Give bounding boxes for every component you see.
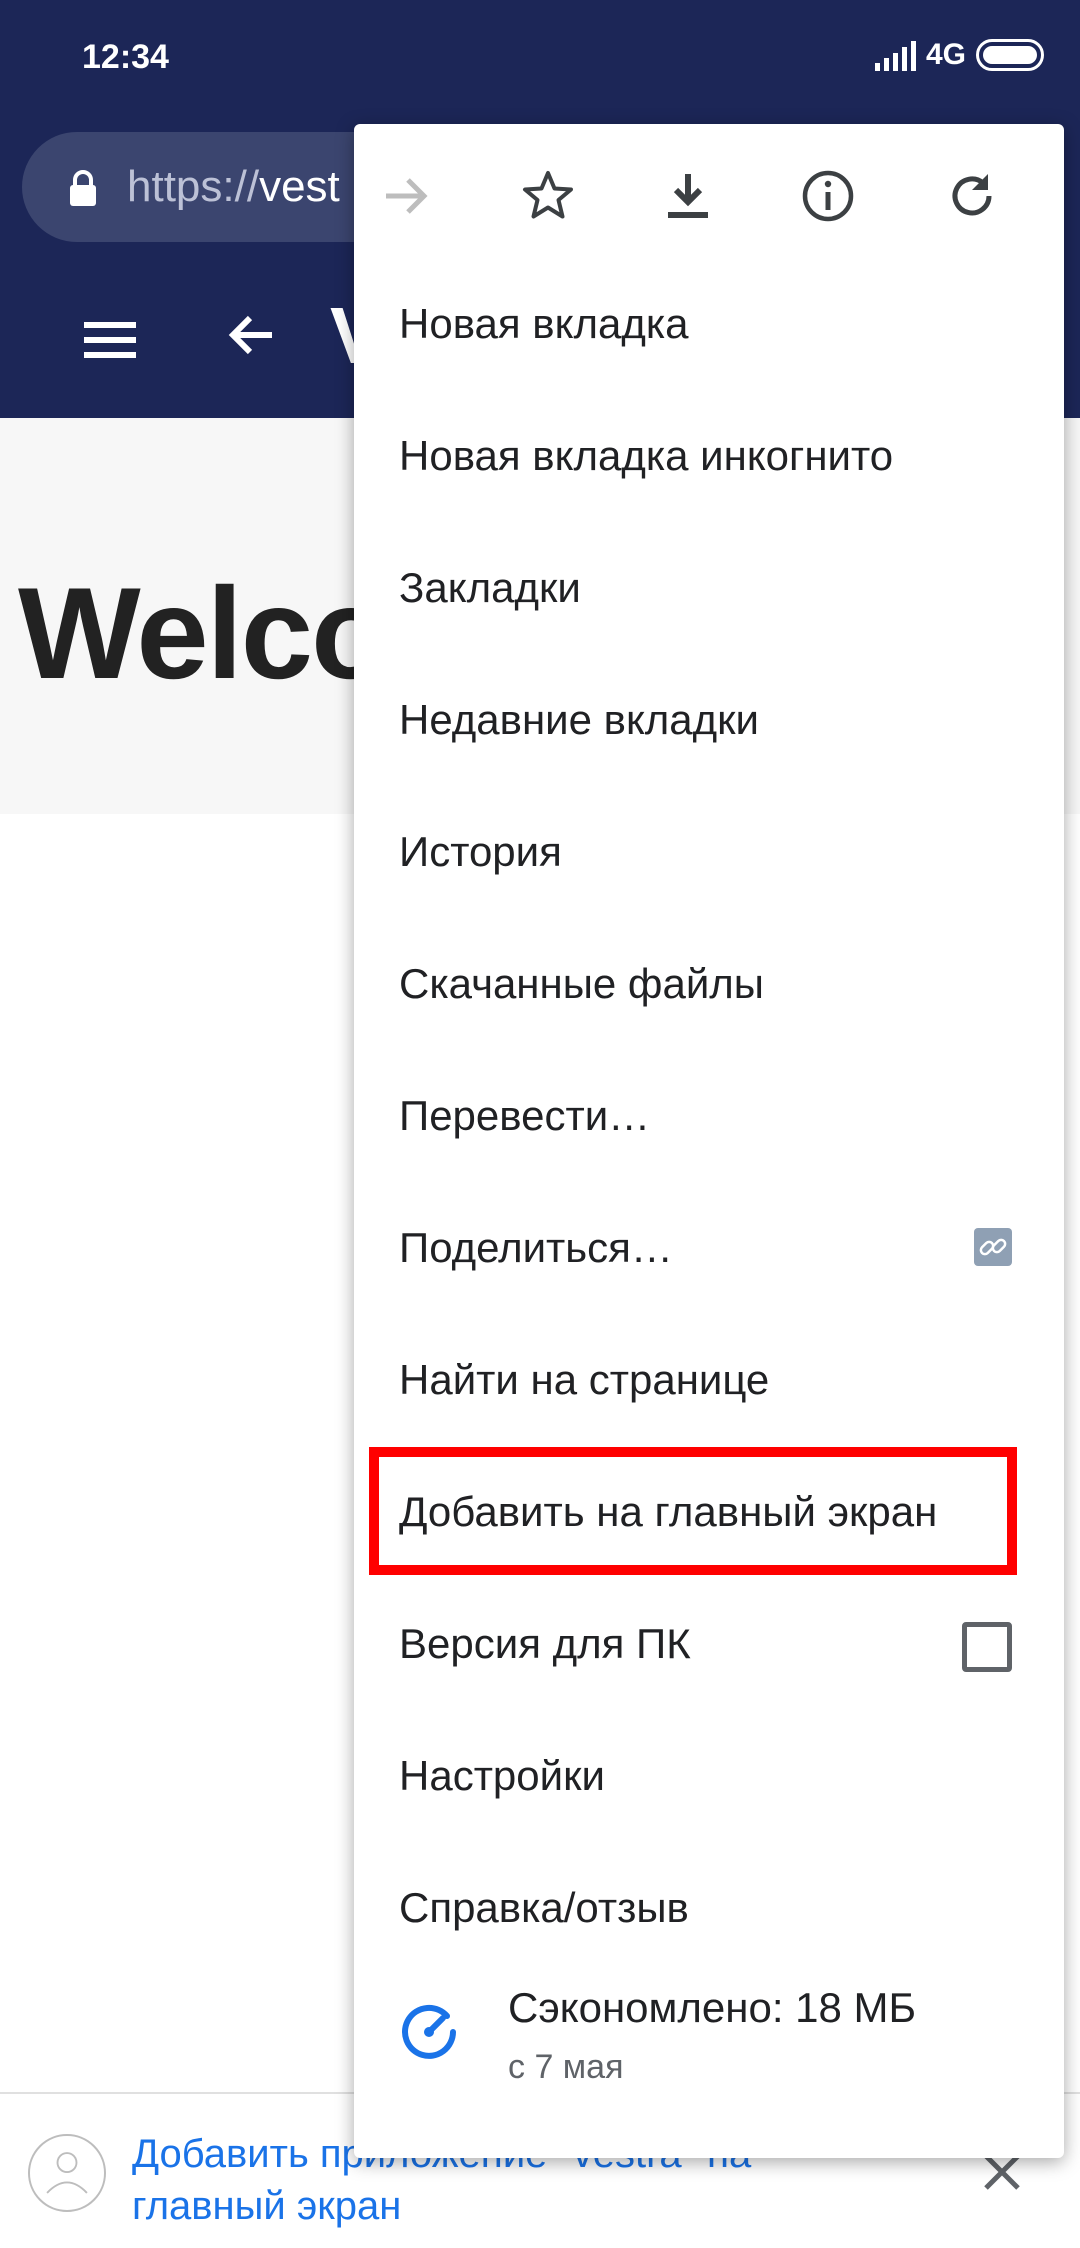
menu-item-label: Новая вкладка bbox=[399, 300, 689, 347]
menu-item-settings[interactable]: Настройки bbox=[354, 1712, 1064, 1844]
highlight-box bbox=[369, 1447, 1017, 1575]
menu-item-downloads[interactable]: Скачанные файлы bbox=[354, 920, 1064, 1052]
forward-icon[interactable] bbox=[378, 168, 434, 224]
lock-icon bbox=[70, 170, 96, 206]
data-saved-amount[interactable]: Сэкономлено: 18 МБ bbox=[508, 1984, 916, 2032]
info-icon[interactable] bbox=[800, 168, 856, 224]
app-logo-icon bbox=[28, 2134, 106, 2212]
link-icon bbox=[974, 1228, 1012, 1266]
menu-item-bookmarks[interactable]: Закладки bbox=[354, 524, 1064, 656]
hamburger-menu-icon[interactable] bbox=[84, 322, 136, 367]
network-type: 4G bbox=[925, 38, 966, 71]
menu-item-incognito-tab[interactable]: Новая вкладка инкогнито bbox=[354, 392, 1064, 524]
menu-item-share[interactable]: Поделиться… bbox=[354, 1184, 1064, 1316]
menu-item-new-tab[interactable]: Новая вкладка bbox=[354, 260, 1064, 392]
data-saver-icon bbox=[402, 2004, 456, 2059]
signal-icon bbox=[874, 39, 916, 71]
star-icon[interactable] bbox=[520, 168, 576, 224]
download-icon[interactable] bbox=[660, 168, 716, 224]
menu-item-label: Скачанные файлы bbox=[399, 960, 764, 1007]
status-time: 12:34 bbox=[82, 38, 169, 76]
url-text: https://vest bbox=[127, 162, 340, 212]
menu-item-label: Перевести… bbox=[399, 1092, 651, 1139]
menu-item-help-feedback[interactable]: Справка/отзыв bbox=[354, 1844, 1064, 1976]
data-saved-since: с 7 мая bbox=[508, 2048, 624, 2086]
menu-item-label: Недавние вкладки bbox=[399, 696, 759, 743]
overflow-menu: Новая вкладка Новая вкладка инкогнито За… bbox=[354, 124, 1064, 2158]
menu-item-desktop-version[interactable]: Версия для ПК bbox=[354, 1580, 1064, 1712]
menu-item-label: Закладки bbox=[399, 564, 581, 611]
url-host: vest bbox=[259, 162, 340, 211]
status-icons: 4G bbox=[874, 38, 1044, 72]
desktop-version-checkbox[interactable] bbox=[962, 1622, 1012, 1672]
menu-item-recent-tabs[interactable]: Недавние вкладки bbox=[354, 656, 1064, 788]
menu-item-label: Настройки bbox=[399, 1752, 605, 1799]
back-arrow-icon[interactable] bbox=[226, 310, 276, 360]
refresh-icon[interactable] bbox=[944, 168, 1000, 224]
menu-item-history[interactable]: История bbox=[354, 788, 1064, 920]
menu-item-find-in-page[interactable]: Найти на странице bbox=[354, 1316, 1064, 1448]
menu-item-translate[interactable]: Перевести… bbox=[354, 1052, 1064, 1184]
menu-toolbar bbox=[354, 124, 1064, 264]
hero-heading: Welco bbox=[18, 560, 390, 706]
battery-icon bbox=[976, 39, 1044, 71]
menu-item-label: Поделиться… bbox=[399, 1224, 673, 1271]
menu-item-label: Версия для ПК bbox=[399, 1620, 691, 1667]
menu-item-label: Справка/отзыв bbox=[399, 1884, 689, 1931]
url-prefix: https:// bbox=[127, 162, 260, 211]
menu-item-label: Новая вкладка инкогнито bbox=[399, 432, 894, 479]
menu-item-label: Найти на странице bbox=[399, 1356, 770, 1403]
menu-item-label: История bbox=[399, 828, 562, 875]
